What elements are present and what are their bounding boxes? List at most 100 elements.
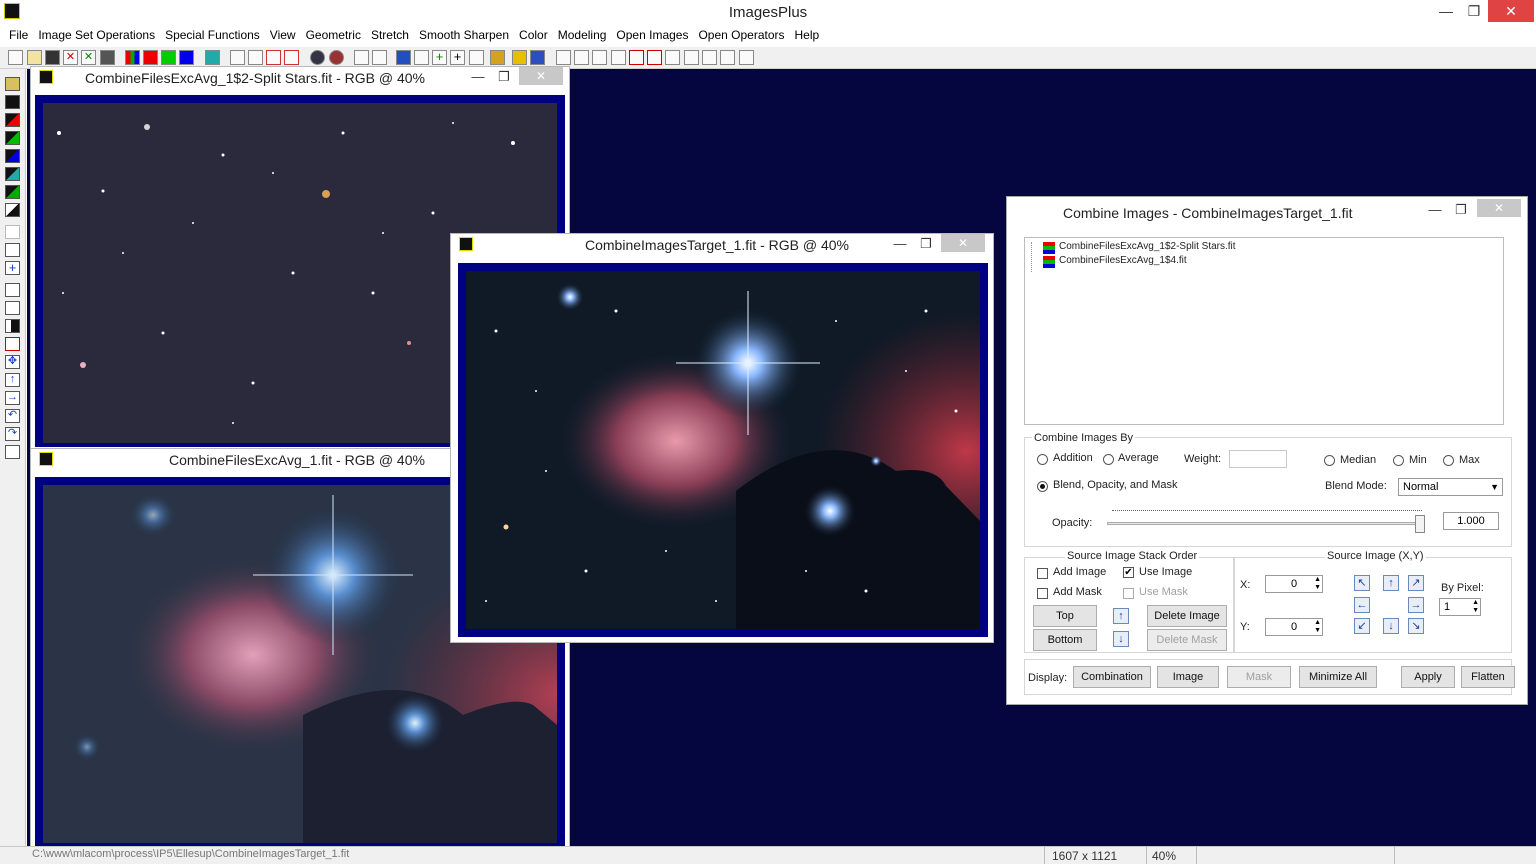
y-spinner[interactable]: ▲ ▼ bbox=[1314, 619, 1321, 635]
apply-button[interactable]: Apply bbox=[1401, 666, 1455, 688]
frame-4-icon[interactable] bbox=[720, 50, 735, 65]
table-icon[interactable] bbox=[530, 50, 545, 65]
star-select-icon[interactable]: + bbox=[5, 261, 20, 275]
stars-maximize-button[interactable]: ❐ bbox=[493, 67, 515, 87]
info-tool-icon[interactable] bbox=[5, 445, 20, 459]
zoom-out-icon[interactable] bbox=[592, 50, 607, 65]
frame-1-icon[interactable] bbox=[665, 50, 680, 65]
bottom-button[interactable]: Bottom bbox=[1033, 629, 1097, 651]
menu-smooth-sharpen[interactable]: Smooth Sharpen bbox=[414, 28, 514, 42]
crosshair-icon[interactable]: + bbox=[450, 50, 465, 65]
frame-2-icon[interactable] bbox=[684, 50, 699, 65]
target-image[interactable] bbox=[466, 271, 980, 629]
delete-mask-button[interactable]: Delete Mask bbox=[1147, 629, 1227, 651]
zoom-in-icon[interactable] bbox=[574, 50, 589, 65]
rotate-icon[interactable] bbox=[372, 50, 387, 65]
delete-image-button[interactable]: Delete Image bbox=[1147, 605, 1227, 627]
target-window-titlebar[interactable]: CombineImagesTarget_1.fit - RGB @ 40% — … bbox=[451, 234, 993, 256]
y-field[interactable]: 0 ▲ ▼ bbox=[1265, 618, 1323, 636]
menu-geometric[interactable]: Geometric bbox=[301, 28, 366, 42]
luminance-icon[interactable] bbox=[205, 50, 220, 65]
nudge-up-button[interactable]: ↑ bbox=[1383, 575, 1399, 591]
rect-red-icon[interactable] bbox=[5, 337, 20, 351]
minimize-all-button[interactable]: Minimize All bbox=[1299, 666, 1377, 688]
cyan-tool-icon[interactable] bbox=[5, 167, 20, 181]
rect-select-icon[interactable] bbox=[5, 283, 20, 297]
zoom-fit-icon[interactable] bbox=[611, 50, 626, 65]
opacity-slider-track[interactable] bbox=[1107, 522, 1425, 525]
opacity-slider-thumb[interactable] bbox=[1415, 515, 1425, 533]
stars-window-titlebar[interactable]: CombineFilesExcAvg_1$2-Split Stars.fit -… bbox=[31, 67, 569, 89]
mask-button[interactable]: Mask bbox=[1227, 666, 1291, 688]
contrast-tool-icon[interactable] bbox=[5, 203, 20, 217]
arrow-up-tool-icon[interactable]: ↑ bbox=[5, 373, 20, 387]
by-pixel-field[interactable]: 1 ▲ ▼ bbox=[1439, 598, 1481, 616]
top-button[interactable]: Top bbox=[1033, 605, 1097, 627]
frame-3-icon[interactable] bbox=[702, 50, 717, 65]
green-tool-icon[interactable] bbox=[5, 131, 20, 145]
blend-mode-select[interactable]: Normal ▼ bbox=[1398, 478, 1503, 496]
menu-file[interactable]: File bbox=[4, 28, 33, 42]
red-channel-icon[interactable] bbox=[143, 50, 158, 65]
target-maximize-button[interactable]: ❐ bbox=[915, 234, 937, 254]
move-up-button[interactable]: ↑ bbox=[1113, 608, 1129, 624]
half-tone-icon[interactable] bbox=[5, 319, 20, 333]
x-field[interactable]: 0 ▲ ▼ bbox=[1265, 575, 1323, 593]
move-icon[interactable]: ✥ bbox=[5, 355, 20, 369]
menu-open-images[interactable]: Open Images bbox=[611, 28, 693, 42]
redo-icon[interactable] bbox=[248, 50, 263, 65]
selection-icon[interactable] bbox=[329, 50, 344, 65]
redo-all-icon[interactable] bbox=[284, 50, 299, 65]
histogram-icon[interactable] bbox=[396, 50, 411, 65]
stars-minimize-button[interactable]: — bbox=[467, 67, 489, 87]
green-channel-icon[interactable] bbox=[161, 50, 176, 65]
nudge-right-button[interactable]: → bbox=[1408, 597, 1424, 613]
red-tool-icon[interactable] bbox=[5, 113, 20, 127]
star-icon[interactable] bbox=[490, 50, 505, 65]
frame-5-icon[interactable] bbox=[739, 50, 754, 65]
addition-radio[interactable] bbox=[1037, 454, 1048, 465]
dialog-minimize-button[interactable]: — bbox=[1423, 199, 1447, 221]
weight-field[interactable] bbox=[1229, 450, 1287, 468]
target-minimize-button[interactable]: — bbox=[889, 234, 911, 254]
menu-special-functions[interactable]: Special Functions bbox=[160, 28, 265, 42]
dotted-line-icon[interactable] bbox=[354, 50, 369, 65]
blue-channel-icon[interactable] bbox=[179, 50, 194, 65]
flip-icon[interactable]: ↷ bbox=[5, 427, 20, 441]
zoom-icon[interactable] bbox=[556, 50, 571, 65]
dialog-close-button[interactable]: ✕ bbox=[1477, 199, 1521, 217]
lum-tool-icon[interactable] bbox=[5, 185, 20, 199]
open-file-icon[interactable] bbox=[27, 50, 42, 65]
dialog-maximize-button[interactable]: ❐ bbox=[1449, 199, 1473, 221]
plus-icon[interactable]: + bbox=[432, 50, 447, 65]
rgb-channels-icon[interactable] bbox=[125, 50, 140, 65]
undo-all-icon[interactable] bbox=[266, 50, 281, 65]
image-button[interactable]: Image bbox=[1157, 666, 1219, 688]
undo-icon[interactable] bbox=[230, 50, 245, 65]
arrow-right-tool-icon[interactable]: → bbox=[5, 391, 20, 405]
use-image-checkbox[interactable]: ✔ bbox=[1123, 567, 1134, 578]
levels-icon[interactable] bbox=[5, 301, 20, 315]
nudge-up-right-button[interactable]: ↗ bbox=[1408, 575, 1424, 591]
blend-radio[interactable] bbox=[1037, 481, 1048, 492]
delete-icon[interactable]: ✕ bbox=[81, 50, 96, 65]
save-tool-icon[interactable] bbox=[5, 77, 20, 91]
nudge-down-right-button[interactable]: ↘ bbox=[1408, 618, 1424, 634]
opacity-value-field[interactable]: 1.000 bbox=[1443, 512, 1499, 530]
menu-stretch[interactable]: Stretch bbox=[366, 28, 414, 42]
menu-modeling[interactable]: Modeling bbox=[553, 28, 612, 42]
dialog-titlebar[interactable]: Combine Images - CombineImagesTarget_1.f… bbox=[1007, 197, 1527, 227]
menu-help[interactable]: Help bbox=[790, 28, 825, 42]
print-icon[interactable] bbox=[100, 50, 115, 65]
rotate-left-icon[interactable]: ↶ bbox=[5, 409, 20, 423]
close-file-icon[interactable]: ✕ bbox=[63, 50, 78, 65]
line-tool-icon[interactable] bbox=[5, 243, 20, 257]
flatten-button[interactable]: Flatten bbox=[1461, 666, 1515, 688]
curve-icon[interactable] bbox=[414, 50, 429, 65]
add-image-checkbox[interactable] bbox=[1037, 568, 1048, 579]
stars-close-button[interactable]: ✕ bbox=[519, 67, 563, 85]
median-radio[interactable] bbox=[1324, 455, 1335, 466]
x-spinner[interactable]: ▲ ▼ bbox=[1314, 576, 1321, 592]
nudge-down-button[interactable]: ↓ bbox=[1383, 618, 1399, 634]
max-radio[interactable] bbox=[1443, 455, 1454, 466]
